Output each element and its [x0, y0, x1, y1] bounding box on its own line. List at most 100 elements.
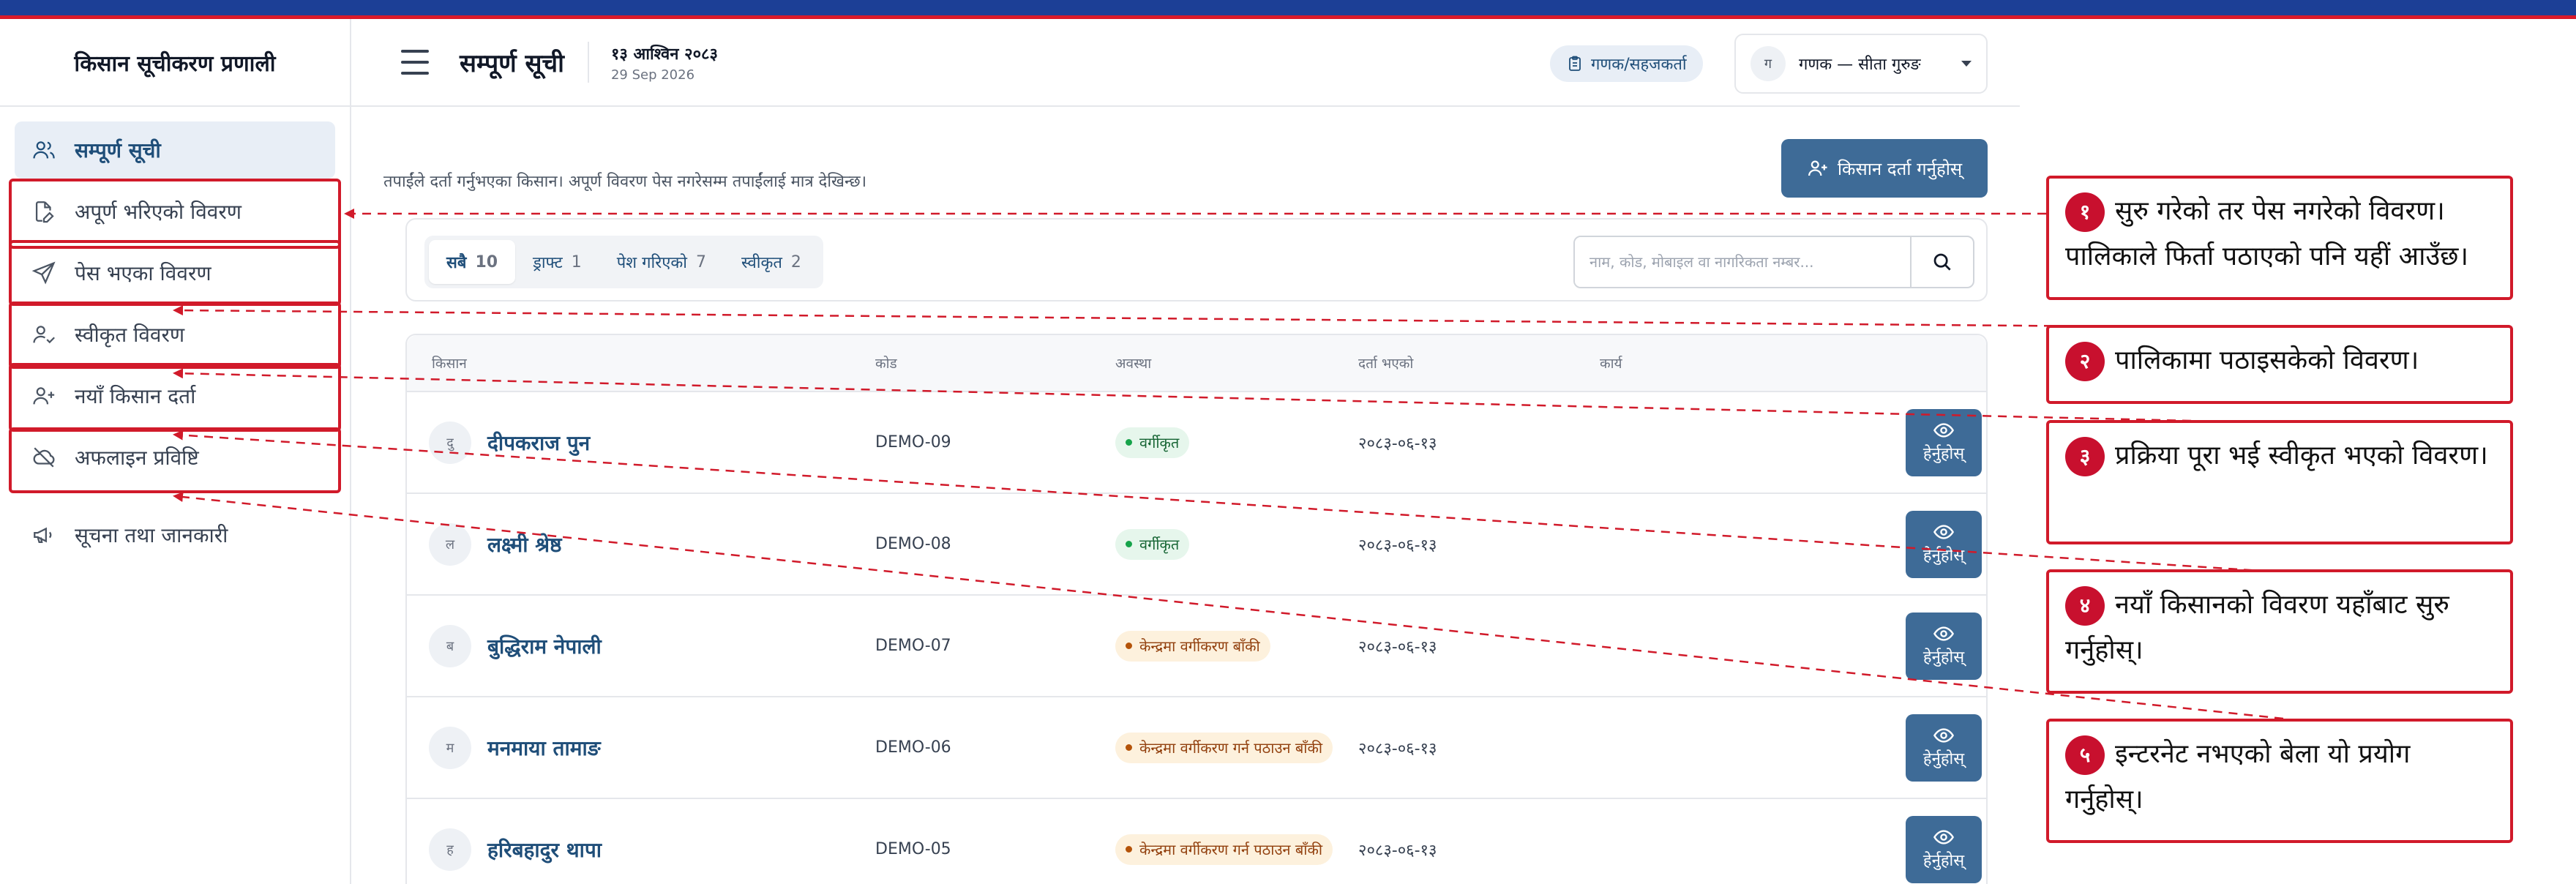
status-badge: वर्गीकृत: [1115, 528, 1190, 560]
view-button[interactable]: हेर्नुहोस्: [1906, 816, 1982, 883]
farmer-name-link[interactable]: लक्ष्मी श्रेष्ठ: [487, 531, 562, 558]
registered-date: २०८३-०६-१३: [1358, 841, 1437, 860]
search-button[interactable]: [1910, 237, 1973, 287]
search-icon: [1933, 253, 1951, 271]
highlight-box-submitted: [9, 240, 341, 306]
role-badge: गणक/सहजकर्ता: [1550, 45, 1703, 82]
status-badge: केन्द्रमा वर्गीकरण गर्न पठाउन बाँकी: [1115, 834, 1333, 865]
farmer-name-link[interactable]: हरिबहादुर थापा: [487, 836, 602, 864]
megaphone-icon: [28, 519, 60, 551]
date-display: १३ आश्विन २०८३ 29 Sep 2026: [611, 42, 718, 83]
role-label: गणक/सहजकर्ता: [1591, 56, 1687, 74]
annotation-callout-2: २ पालिकामा पठाइसकेको विवरण।: [2046, 325, 2513, 404]
annotation-number: ३: [2065, 437, 2105, 476]
avatar: म: [429, 726, 471, 769]
date-english: 29 Sep 2026: [610, 67, 695, 83]
avatar: दु: [429, 421, 471, 464]
farmer-name-link[interactable]: दीपकराज पुन: [487, 429, 590, 457]
view-button[interactable]: हेर्नुहोस्: [1906, 409, 1982, 476]
tab-count: 10: [475, 252, 498, 271]
annotation-callout-5: ५ इन्टरनेट नभएको बेला यो प्रयोग गर्नुहोस्…: [2046, 719, 2513, 843]
tab-draft[interactable]: ड्राफ्ट 1: [515, 240, 599, 284]
farmer-code: DEMO-05: [875, 840, 951, 858]
view-button[interactable]: हेर्नुहोस्: [1906, 511, 1982, 578]
annotation-number: २: [2065, 342, 2105, 381]
farmer-code: DEMO-09: [875, 433, 951, 452]
farmer-code: DEMO-07: [875, 637, 951, 655]
eye-icon: [1933, 830, 1954, 844]
sidebar-item-all-list[interactable]: सम्पूर्ण सूची: [15, 121, 335, 179]
avatar: ब: [429, 624, 471, 667]
avatar: ल: [429, 522, 471, 566]
eye-icon: [1933, 626, 1954, 641]
registered-date: २०८३-०६-१३: [1358, 739, 1437, 758]
column-header-status: अवस्था: [1115, 356, 1152, 372]
annotation-text: प्रक्रिया पूरा भई स्वीकृत भएको विवरण।: [2115, 441, 2488, 471]
register-farmer-button[interactable]: किसान दर्ता गर्नुहोस्: [1781, 139, 1988, 198]
annotation-callout-4: ४ नयाँ किसानको विवरण यहाँबाट सुरु गर्नुहो…: [2046, 569, 2513, 694]
sidebar-item-label: सम्पूर्ण सूची: [75, 138, 161, 162]
registered-date: २०८३-०६-१३: [1358, 536, 1437, 555]
eye-icon: [1933, 728, 1954, 743]
column-header-action: कार्य: [1600, 356, 1622, 372]
highlight-box-approved: [9, 301, 341, 369]
farmer-code: DEMO-08: [875, 535, 951, 553]
farmer-name-link[interactable]: बुद्धिराम नेपाली: [487, 632, 602, 660]
user-menu-dropdown[interactable]: ग गणक — सीता गुरुङ: [1734, 34, 1988, 94]
tab-count: 2: [790, 252, 801, 271]
registered-date: २०८३-०६-१३: [1358, 637, 1437, 656]
farmer-code: DEMO-06: [875, 738, 951, 757]
annotation-text: नयाँ किसानको विवरण यहाँबाट सुरु गर्नुहोस…: [2065, 590, 2449, 665]
search-input[interactable]: [1575, 237, 1910, 287]
status-badge: केन्द्रमा वर्गीकरण बाँकी: [1115, 630, 1270, 662]
menu-toggle-icon[interactable]: [388, 44, 442, 80]
farmer-table: किसान कोड अवस्था दर्ता भएको कार्य दु दीपक…: [405, 334, 1988, 884]
registered-date: २०८३-०६-१३: [1358, 434, 1437, 453]
highlight-box-new-farmer: [9, 363, 341, 432]
avatar: ग: [1751, 46, 1786, 81]
annotation-text: पालिकामा पठाइसकेको विवरण।: [2115, 345, 2419, 375]
table-row: दु दीपकराज पुन DEMO-09 वर्गीकृत २०८३-०६-१…: [407, 391, 1986, 492]
sidebar-item-notices[interactable]: सूचना तथा जानकारी: [15, 506, 335, 563]
tab-all[interactable]: सबै 10: [429, 240, 516, 284]
column-header-registered: दर्ता भएको: [1358, 356, 1414, 372]
user-name: गणक — सीता गुरुङ: [1799, 56, 1921, 74]
annotation-callout-1: १ सुरु गरेको तर पेस नगरेको विवरण। पालिकाल…: [2046, 176, 2513, 300]
status-badge: वर्गीकृत: [1115, 427, 1190, 458]
annotation-number: १: [2065, 192, 2105, 232]
table-row: ल लक्ष्मी श्रेष्ठ DEMO-08 वर्गीकृत २०८३-०…: [407, 492, 1986, 594]
top-header: सम्पूर्ण सूची १३ आश्विन २०८३ 29 Sep 2026…: [351, 19, 2020, 107]
table-row: म मनमाया तामाङ DEMO-06 केन्द्रमा वर्गीकरण…: [407, 696, 1986, 798]
highlight-box-offline: [9, 427, 341, 493]
app-brand: किसान सूचीकरण प्रणाली: [0, 19, 350, 107]
annotation-text: इन्टरनेट नभएको बेला यो प्रयोग गर्नुहोस्।: [2065, 739, 2411, 814]
eye-icon: [1933, 423, 1954, 438]
tab-count: 7: [695, 252, 706, 271]
annotation-text: सुरु गरेको तर पेस नगरेको विवरण। पालिकाले…: [2065, 196, 2469, 271]
intro-text: तपाईंले दर्ता गर्नुभएका किसान। अपूर्ण वि…: [383, 173, 867, 191]
filter-card: सबै 10 ड्राफ्ट 1 पेश गरिएको 7 स्वीकृत 2: [405, 218, 1988, 301]
sidebar-item-label: सूचना तथा जानकारी: [75, 523, 228, 547]
user-plus-icon: [1808, 160, 1827, 176]
status-tabs: सबै 10 ड्राफ्ट 1 पेश गरिएको 7 स्वीकृत 2: [424, 236, 823, 288]
search-box: [1573, 236, 1974, 288]
tab-count: 1: [571, 252, 582, 271]
tab-submitted[interactable]: पेश गरिएको 7: [599, 240, 724, 284]
browser-top-strip: [0, 0, 2576, 19]
annotation-callout-3: ३ प्रक्रिया पूरा भई स्वीकृत भएको विवरण।: [2046, 420, 2513, 544]
view-button[interactable]: हेर्नुहोस्: [1906, 714, 1982, 782]
status-badge: केन्द्रमा वर्गीकरण गर्न पठाउन बाँकी: [1115, 732, 1333, 763]
annotation-number: ४: [2065, 586, 2105, 626]
chevron-down-icon: [1961, 61, 1972, 67]
table-row: ह हरिबहादुर थापा DEMO-05 केन्द्रमा वर्गीक…: [407, 798, 1986, 884]
farmer-name-link[interactable]: मनमाया तामाङ: [487, 734, 601, 762]
eye-icon: [1933, 525, 1954, 539]
avatar: ह: [429, 828, 471, 871]
page-title: सम्पूर्ण सूची: [460, 42, 589, 83]
view-button[interactable]: हेर्नुहोस्: [1906, 613, 1982, 680]
column-header-farmer: किसान: [432, 356, 467, 372]
tab-approved[interactable]: स्वीकृत 2: [724, 240, 819, 284]
highlight-box-incomplete: [9, 179, 341, 249]
table-header: किसान कोड अवस्था दर्ता भएको कार्य: [407, 335, 1986, 391]
clipboard-icon: [1569, 56, 1581, 71]
